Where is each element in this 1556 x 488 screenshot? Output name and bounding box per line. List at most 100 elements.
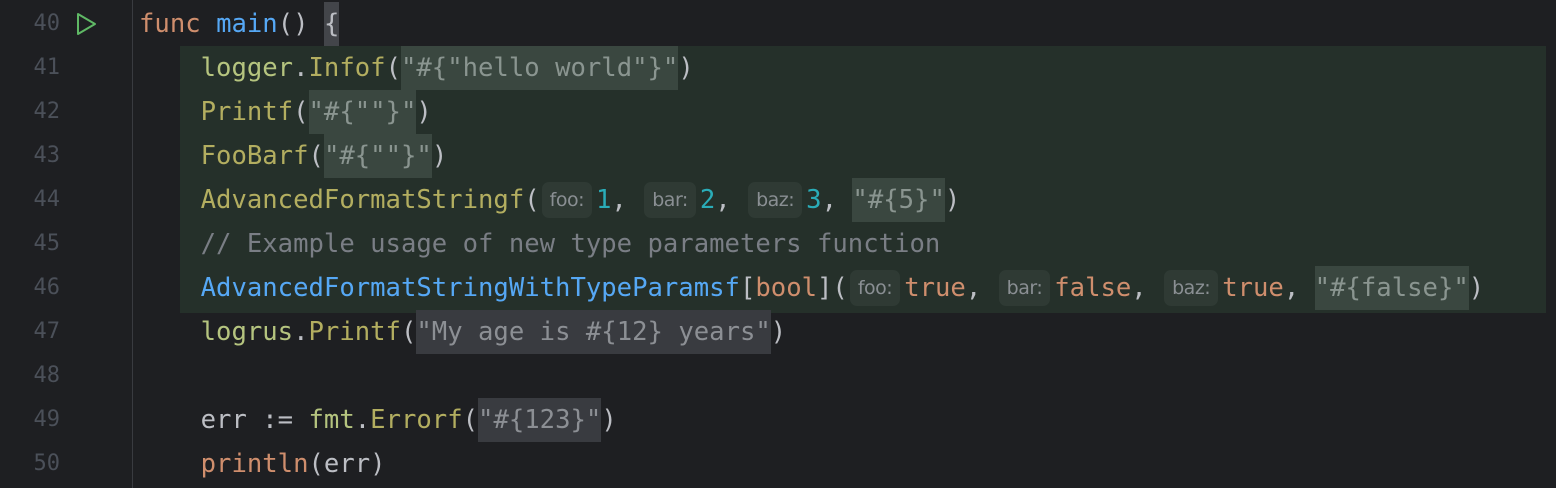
code-token: ( xyxy=(400,317,417,347)
code-text[interactable]: println (err) xyxy=(139,442,386,486)
line-number: 43 xyxy=(33,143,61,168)
number-literal: 2 xyxy=(699,185,716,215)
number-literal: 3 xyxy=(806,185,822,215)
code-text[interactable]: logrus. Printf("My age is #{12} years") xyxy=(139,310,786,354)
parameter-hint: baz: xyxy=(1164,270,1219,306)
code-token: ( xyxy=(462,405,479,435)
code-token: ) xyxy=(944,185,961,215)
parameter-hint: bar: xyxy=(644,182,696,218)
code-token: , xyxy=(715,185,747,215)
code-token: (err) xyxy=(308,449,386,479)
package-name: logrus xyxy=(200,317,294,347)
keyword: bool xyxy=(755,273,818,303)
code-token: ) xyxy=(770,317,787,347)
code-line[interactable]: 46 AdvancedFormatStringWithTypeParamsf[b… xyxy=(0,266,1556,310)
code-token: ( xyxy=(385,53,401,83)
package-name: logger xyxy=(200,53,294,83)
code-text[interactable]: AdvancedFormatStringWithTypeParamsf[bool… xyxy=(139,266,1484,310)
line-number: 45 xyxy=(33,231,61,256)
line-number: 46 xyxy=(33,275,61,300)
code-token: , xyxy=(1131,273,1163,303)
code-line[interactable]: 41 logger. Infof("#{"hello world"}") xyxy=(0,46,1556,90)
parameter-hint: foo: xyxy=(541,182,592,218)
code-token: ( xyxy=(524,185,540,215)
line-number: 49 xyxy=(33,407,61,432)
keyword: true xyxy=(904,273,966,303)
code-line[interactable]: 49 err := fmt. Errorf("#{123}") xyxy=(0,398,1556,442)
code-token: ) xyxy=(678,53,694,83)
line-number: 48 xyxy=(33,363,61,388)
code-token: ) xyxy=(601,405,617,435)
code-line[interactable]: 45 // Example usage of new type paramete… xyxy=(0,222,1556,266)
code-token: . xyxy=(293,317,309,347)
line-number: 42 xyxy=(33,99,61,124)
function-call: Errorf xyxy=(370,405,463,435)
code-token: ) xyxy=(1468,273,1485,303)
function-call: Infof xyxy=(308,53,386,83)
function-call: Printf xyxy=(200,97,294,127)
string-literal: "#{5}" xyxy=(852,178,945,222)
comment: // Example usage of new type parameters … xyxy=(200,229,941,259)
function-call: AdvancedFormatStringf xyxy=(200,185,525,215)
code-text[interactable]: logger. Infof("#{"hello world"}") xyxy=(139,46,694,90)
parameter-hint: bar: xyxy=(998,270,1051,306)
keyword: true xyxy=(1222,273,1284,303)
code-token: , xyxy=(1283,273,1315,303)
string-literal: "#{123}" xyxy=(478,398,602,442)
code-text[interactable]: // Example usage of new type parameters … xyxy=(139,222,941,266)
code-text[interactable]: Printf("#{""}") xyxy=(139,90,432,134)
code-text[interactable]: err := fmt. Errorf("#{123}") xyxy=(139,398,617,442)
code-token: , xyxy=(611,185,643,215)
function-name: AdvancedFormatStringWithTypeParamsf xyxy=(200,273,740,303)
line-number: 50 xyxy=(33,451,61,476)
code-token: () xyxy=(277,9,324,39)
code-line[interactable]: 42 Printf("#{""}") xyxy=(0,90,1556,134)
code-line[interactable]: 50 println (err) xyxy=(0,442,1556,486)
string-literal: "My age is #{12} years" xyxy=(416,310,771,354)
code-line[interactable]: 44 AdvancedFormatStringf(foo: 1, bar: 2, b… xyxy=(0,178,1556,222)
code-token: ( xyxy=(293,97,309,127)
code-line[interactable]: 47 logrus. Printf("My age is #{12} years"… xyxy=(0,310,1556,354)
string-literal: "#{"hello world"}" xyxy=(400,46,679,90)
function-call: Printf xyxy=(308,317,401,347)
string-literal: "#{""}" xyxy=(308,90,417,134)
parameter-hint: foo: xyxy=(849,270,901,306)
string-literal: "#{false}" xyxy=(1314,266,1469,310)
code-text[interactable]: FooBarf("#{""}") xyxy=(139,134,447,178)
code-line[interactable]: 43 FooBarf("#{""}") xyxy=(0,134,1556,178)
parameter-hint: baz: xyxy=(748,182,803,218)
code-token: , xyxy=(821,185,853,215)
code-token: ( xyxy=(308,141,324,171)
package-name: fmt xyxy=(308,405,355,435)
code-token: . xyxy=(354,405,371,435)
code-token: ]( xyxy=(817,273,848,303)
code-text[interactable]: func main() { xyxy=(139,2,340,46)
code-text[interactable]: AdvancedFormatStringf(foo: 1, bar: 2, baz:… xyxy=(139,178,960,222)
matched-brace: { xyxy=(323,2,340,46)
line-number: 40 xyxy=(33,11,61,36)
code-line[interactable]: 40 func main() { xyxy=(0,2,1556,46)
code-line[interactable]: 48 xyxy=(0,354,1556,398)
code-token: , xyxy=(965,273,997,303)
run-icon[interactable] xyxy=(74,12,98,36)
string-literal: "#{""}" xyxy=(323,134,432,178)
code-token: ) xyxy=(416,97,432,127)
function-name: main xyxy=(216,9,278,39)
keyword: println xyxy=(200,449,309,479)
line-number: 41 xyxy=(33,55,61,80)
number-literal: 1 xyxy=(596,185,612,215)
code-token: err := xyxy=(139,405,309,435)
code-token: [ xyxy=(739,273,756,303)
keyword: func xyxy=(139,9,201,39)
line-number: 44 xyxy=(33,187,61,212)
keyword: false xyxy=(1054,273,1132,303)
